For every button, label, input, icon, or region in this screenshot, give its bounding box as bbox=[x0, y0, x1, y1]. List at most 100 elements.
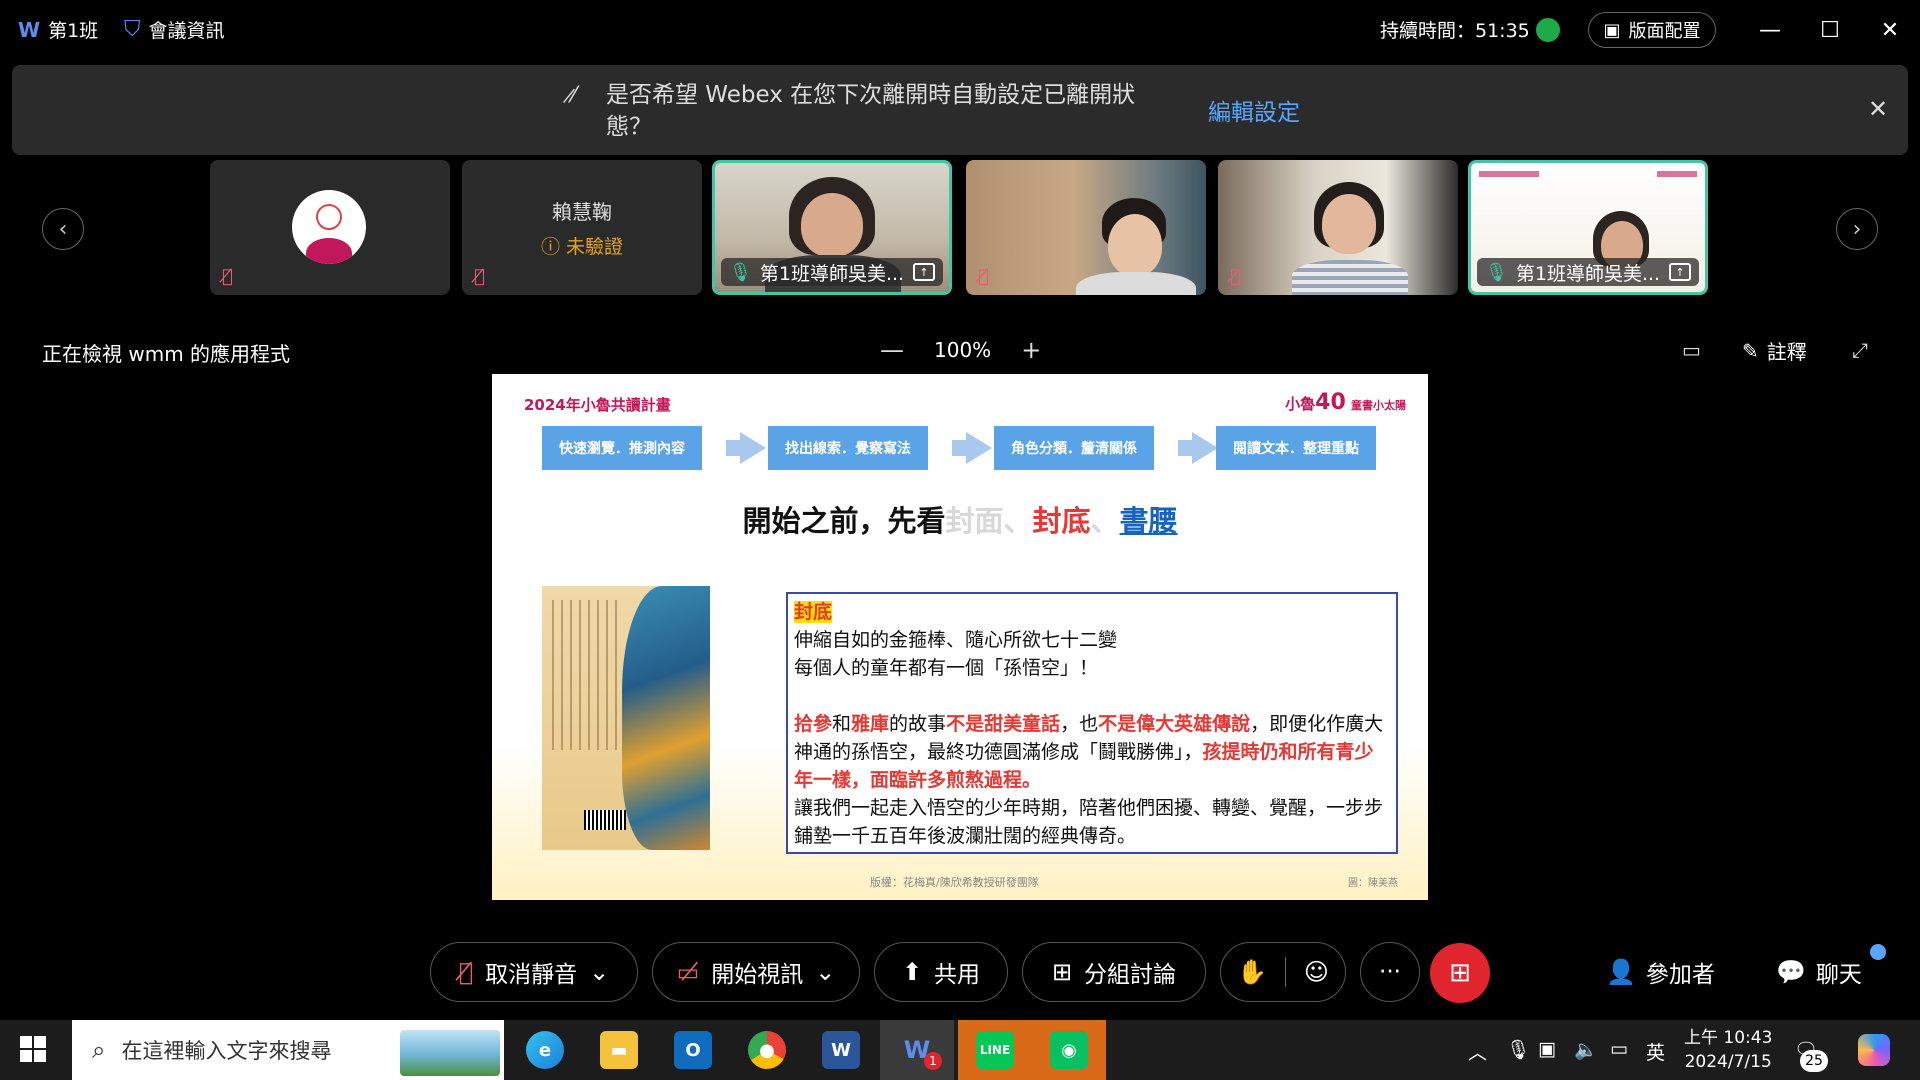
avatar bbox=[292, 190, 366, 264]
clock-time: 上午 10:43 bbox=[1684, 1028, 1773, 1048]
participant-name-bar: 🎙 第1班導師吳美... ↑ bbox=[1477, 258, 1699, 286]
participant-tile[interactable]: 賴慧鞠 ⓘ 未驗證 🎙̸ bbox=[462, 160, 702, 295]
chat-button[interactable]: 💬 聊天 bbox=[1776, 955, 1862, 989]
chat-icon: 💬 bbox=[1776, 958, 1806, 986]
fullscreen-icon[interactable]: ⤢ bbox=[1852, 338, 1868, 362]
participant-name: 賴慧鞠 bbox=[552, 200, 612, 224]
chevron-down-icon[interactable]: ⌄ bbox=[815, 958, 835, 986]
line-icon[interactable]: LINE bbox=[958, 1020, 1032, 1080]
grid-icon: ⊞ bbox=[1051, 958, 1073, 986]
zoom-controls: — 100% + bbox=[880, 336, 1041, 364]
participant-tile-active[interactable]: 🎙 第1班導師吳美... ↑ bbox=[1468, 160, 1708, 295]
mic-muted-icon: 🎙̸ bbox=[222, 266, 233, 287]
taskbar-search[interactable]: ⌕ 在這裡輸入文字來搜尋 bbox=[72, 1020, 504, 1080]
ime-indicator[interactable]: 英 bbox=[1646, 1038, 1665, 1065]
mic-muted-icon: 🎙̸ bbox=[1230, 266, 1241, 287]
chevron-up-icon[interactable]: ︿ bbox=[1468, 1038, 1487, 1065]
chrome-icon[interactable]: ● bbox=[730, 1020, 804, 1080]
more-button[interactable]: ··· bbox=[1360, 942, 1420, 1002]
step-box: 閱讀文本．整理重點 bbox=[1216, 426, 1376, 470]
webex-badge: 1 bbox=[924, 1052, 942, 1070]
participant-name: 第1班導師吳美... bbox=[759, 262, 905, 285]
edit-settings-link[interactable]: 編輯設定 bbox=[1208, 93, 1300, 127]
participant-tile-active[interactable]: 🎙 第1班導師吳美... ↑ bbox=[712, 160, 952, 295]
mic-on-icon: 🎙 bbox=[729, 261, 752, 283]
network-health-icon[interactable] bbox=[1536, 18, 1560, 42]
pen-icon: ✎ bbox=[1742, 338, 1759, 363]
chevron-right-icon[interactable]: › bbox=[1836, 208, 1878, 250]
chevron-left-icon[interactable]: ‹ bbox=[42, 208, 84, 250]
clock-date: 2024/7/15 bbox=[1684, 1052, 1772, 1072]
copilot-icon[interactable] bbox=[1858, 1034, 1890, 1066]
screen-capture-icon[interactable]: ▣ bbox=[1538, 1038, 1556, 1060]
slide-brand: 小魯40 童書小太陽 bbox=[1285, 390, 1406, 415]
zoom-level: 100% bbox=[934, 338, 992, 362]
layout-icon: ▣ bbox=[1603, 19, 1621, 41]
minimize-button[interactable]: — bbox=[1752, 14, 1788, 46]
taskbar-clock[interactable]: 上午 10:43 2024/7/15 bbox=[1684, 1026, 1772, 1074]
wechat-icon[interactable]: ◉ bbox=[1032, 1020, 1106, 1080]
magic-wand-icon: ⁄̷ bbox=[572, 83, 576, 108]
info-icon: ⓘ bbox=[540, 236, 560, 258]
microphone-icon[interactable]: 🎙 bbox=[1506, 1038, 1530, 1061]
person-icon: 👤 bbox=[1606, 958, 1636, 986]
close-button[interactable]: ✕ bbox=[1872, 14, 1908, 46]
start-video-button[interactable]: ▭̸ 開始視訊 ⌄ bbox=[652, 942, 860, 1002]
participants-button[interactable]: 👤 參加者 bbox=[1606, 955, 1715, 989]
network-icon[interactable]: ▭ bbox=[1610, 1038, 1628, 1060]
word-icon[interactable]: W bbox=[804, 1020, 878, 1080]
meeting-info-button[interactable]: ⛉ 會議資訊 bbox=[124, 16, 225, 43]
share-button[interactable]: ⬆ 共用 bbox=[874, 942, 1008, 1002]
mic-muted-icon: 🎙̸ bbox=[474, 266, 485, 287]
shield-icon: ⛉ bbox=[124, 17, 141, 42]
step-arrow-icon bbox=[726, 432, 766, 464]
webex-taskbar-icon[interactable]: W 1 bbox=[880, 1020, 954, 1080]
slide-headline: 開始之前，先看封面、封底、書腰 bbox=[742, 504, 1178, 538]
chevron-down-icon[interactable]: ⌄ bbox=[589, 958, 609, 986]
emoji-icon[interactable]: ☺ bbox=[1304, 958, 1329, 986]
outlook-icon[interactable]: O bbox=[656, 1020, 730, 1080]
step-arrow-icon bbox=[952, 432, 992, 464]
participant-tile[interactable]: 🎙̸ bbox=[966, 160, 1206, 295]
viewing-label: 正在檢視 wmm 的應用程式 bbox=[42, 342, 291, 366]
apps-icon: ⊞ bbox=[1449, 958, 1471, 988]
box-title: 封底 bbox=[794, 601, 833, 623]
windows-start-icon[interactable] bbox=[20, 1036, 46, 1062]
zoom-in-button[interactable]: + bbox=[1021, 336, 1041, 364]
share-screen-icon: ⬆ bbox=[901, 958, 923, 986]
webex-logo-icon: W bbox=[18, 17, 41, 42]
raise-hand-icon[interactable]: ✋ bbox=[1237, 958, 1267, 986]
mic-muted-icon: 🎙̸ bbox=[458, 958, 474, 986]
story-paragraph: 拾參和雅庫的故事不是甜美童話，也不是偉大英雄傳說，即便化作廣大神通的孫悟空，最終… bbox=[794, 713, 1384, 791]
edge-icon[interactable]: e bbox=[508, 1020, 582, 1080]
monitor-icon[interactable]: ▭ bbox=[1682, 338, 1701, 362]
maximize-button[interactable]: ☐ bbox=[1812, 14, 1848, 46]
zoom-out-button[interactable]: — bbox=[880, 336, 904, 364]
meeting-title[interactable]: W 第1班 bbox=[18, 16, 98, 43]
layout-button[interactable]: ▣ 版面配置 bbox=[1588, 12, 1716, 48]
banner-message: 是否希望 Webex 在您下次離開時自動設定已離開狀態？ bbox=[606, 82, 1136, 140]
camera-off-icon: ▭̸ bbox=[676, 958, 700, 986]
step-box: 快速瀏覽．推測內容 bbox=[542, 426, 702, 470]
participant-tile[interactable]: 🎙̸ bbox=[210, 160, 450, 295]
windows-taskbar: ⌕ 在這裡輸入文字來搜尋 e ▬ O ● W W 1 LINE ◉ ︿ 🎙 ▣ … bbox=[0, 1020, 1920, 1080]
mic-on-icon: 🎙 bbox=[1485, 261, 1508, 283]
meeting-name: 第1班 bbox=[48, 20, 99, 42]
slide-plan-title: 2024年小魯共讀計畫 bbox=[524, 396, 671, 414]
participant-tile[interactable]: 🎙̸ bbox=[1218, 160, 1458, 295]
file-explorer-icon[interactable]: ▬ bbox=[582, 1020, 656, 1080]
shared-slide: 2024年小魯共讀計畫 小魯40 童書小太陽 快速瀏覽．推測內容 找出線索．覺察… bbox=[492, 374, 1428, 900]
title-bar: W 第1班 ⛉ 會議資訊 持續時間：51:35 ▣ 版面配置 — ☐ ✕ bbox=[0, 0, 1920, 60]
banner-close-icon[interactable]: ✕ bbox=[1868, 95, 1888, 123]
slide-illustrator-credit: 圖：陳美燕 bbox=[1348, 878, 1398, 889]
chat-notification-dot bbox=[1870, 944, 1886, 960]
meeting-info-label: 會議資訊 bbox=[148, 20, 225, 42]
breakout-button[interactable]: ⊞ 分組討論 bbox=[1022, 942, 1206, 1002]
search-highlight-image bbox=[400, 1030, 500, 1076]
unmute-button[interactable]: 🎙̸ 取消靜音 ⌄ bbox=[430, 942, 638, 1002]
step-box: 找出線索．覺察寫法 bbox=[768, 426, 928, 470]
volume-icon[interactable]: 🔈 bbox=[1574, 1038, 1598, 1061]
sharing-icon: ↑ bbox=[913, 263, 935, 281]
annotate-button[interactable]: ✎ 註釋 bbox=[1742, 336, 1807, 365]
apps-button[interactable]: ⊞ bbox=[1430, 943, 1490, 1003]
